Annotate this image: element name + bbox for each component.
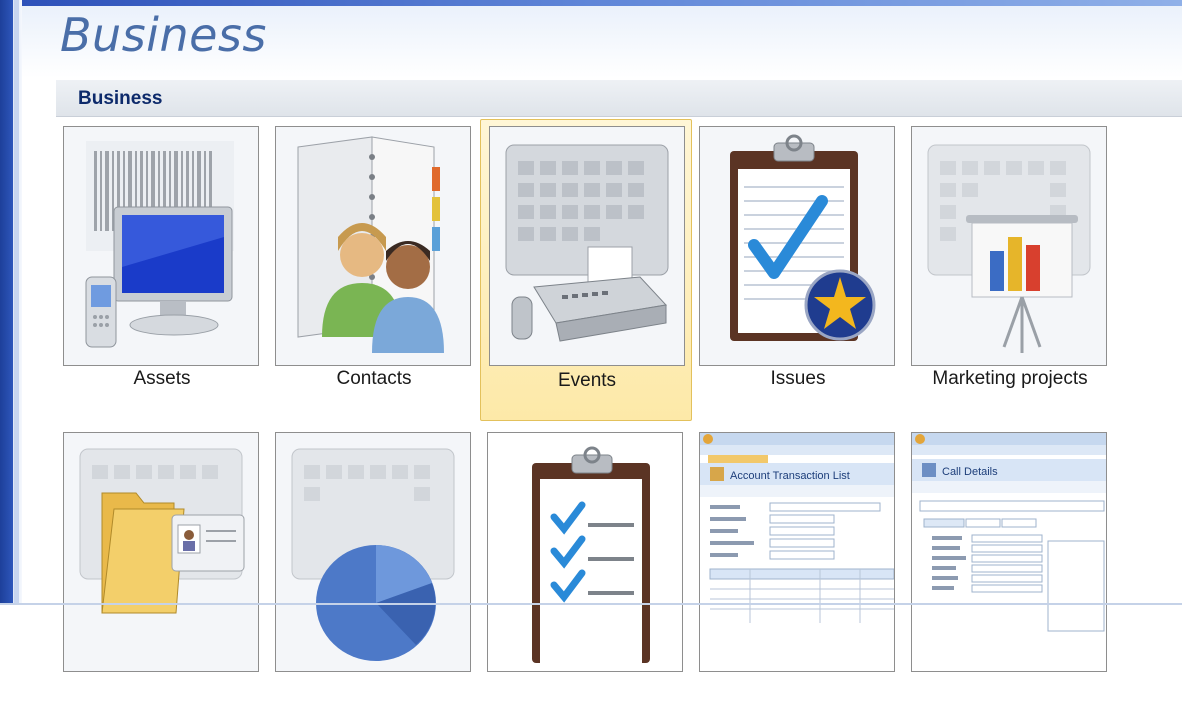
template-label: Assets	[133, 368, 191, 389]
template-tile-events[interactable]: Events	[480, 119, 692, 421]
task-checklist-icon	[487, 432, 683, 672]
template-label: Marketing projects	[932, 368, 1088, 389]
template-grid: Assets Contacts Events Issues Marketing …	[56, 118, 1182, 672]
template-tile-tasks[interactable]	[480, 424, 692, 726]
template-tile-contacts[interactable]: Contacts	[268, 118, 480, 420]
issues-icon	[699, 126, 895, 366]
marketing-projects-icon	[911, 126, 1107, 366]
folder-contact-icon	[63, 432, 259, 672]
call-details-title: Call Details	[942, 466, 998, 478]
section-header: Business	[56, 80, 1182, 117]
template-tile-marketing-projects[interactable]: Marketing projects	[904, 118, 1116, 420]
page-title: Business	[60, 8, 267, 62]
template-tile-call-details[interactable]: Call Details	[904, 424, 1116, 726]
template-label: Issues	[770, 368, 826, 389]
template-label: Contacts	[336, 368, 412, 389]
call-details-screenshot: Call Details	[911, 432, 1107, 672]
template-tile-account-transactions[interactable]: Account Transaction List	[692, 424, 904, 726]
template-label: Events	[557, 370, 617, 391]
template-tile-pie-chart[interactable]	[268, 424, 480, 726]
template-tile-assets[interactable]: Assets	[56, 118, 268, 420]
template-tile-folder[interactable]	[56, 424, 268, 726]
left-accent-stripe	[0, 0, 22, 605]
assets-icon	[63, 126, 259, 366]
account-transaction-screenshot: Account Transaction List	[699, 432, 895, 672]
events-icon	[489, 126, 685, 366]
pie-chart-icon	[275, 432, 471, 672]
template-tile-issues[interactable]: Issues	[692, 118, 904, 420]
contacts-icon	[275, 126, 471, 366]
account-transaction-title: Account Transaction List	[730, 470, 850, 482]
section-title: Business	[78, 88, 163, 109]
